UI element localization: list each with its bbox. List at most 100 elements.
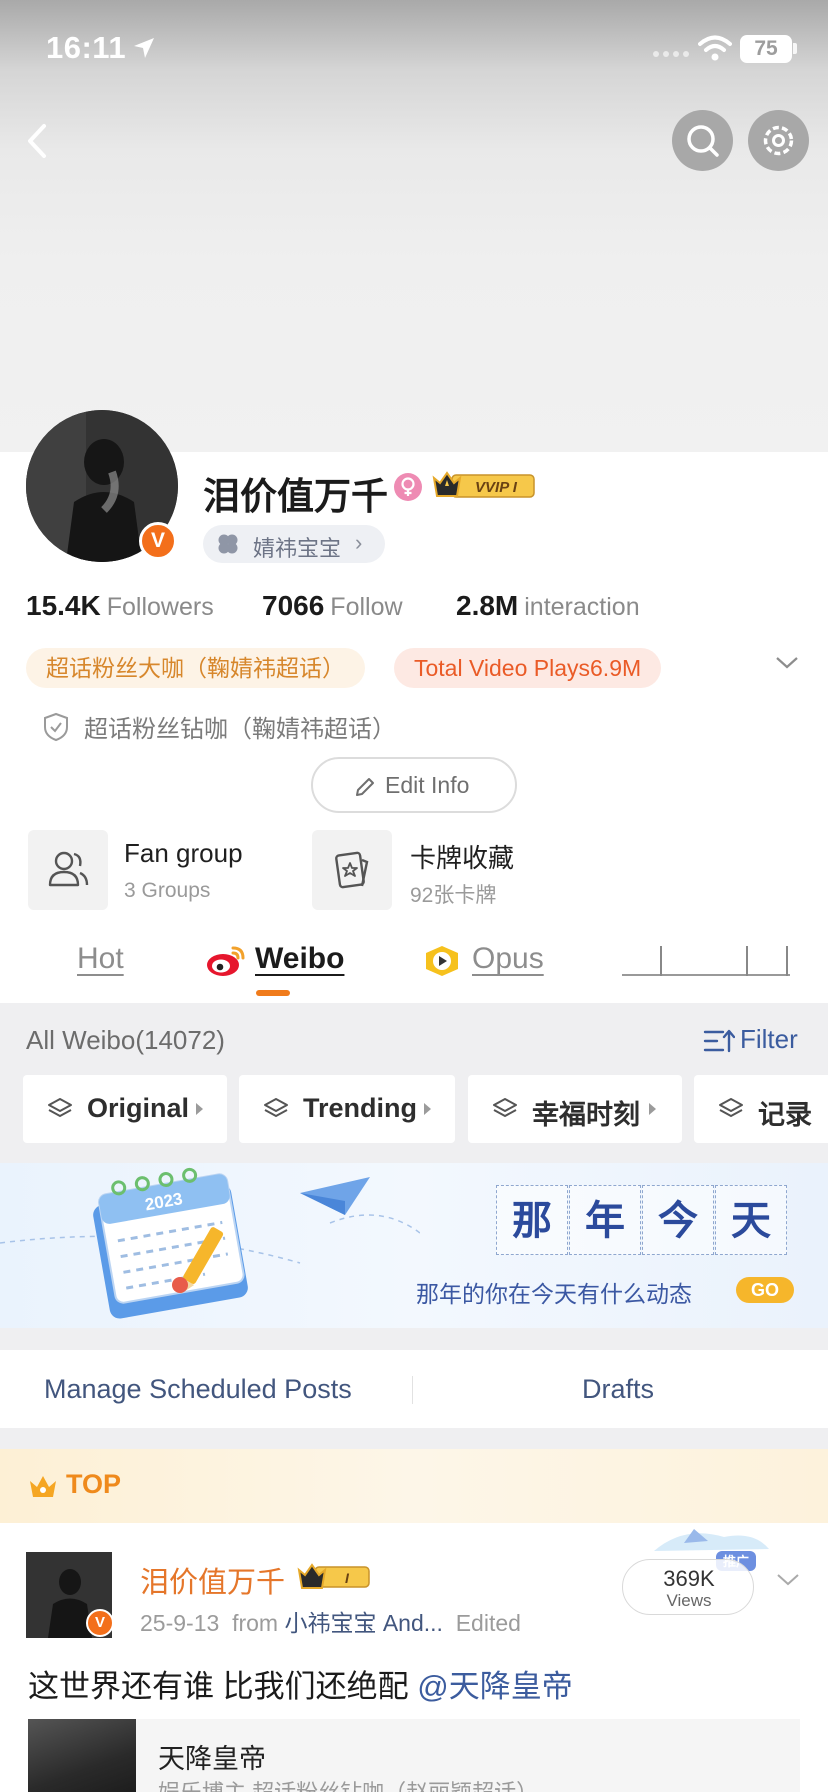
tab-weibo[interactable]: Weibo: [255, 942, 344, 976]
crown-icon: [30, 1476, 56, 1497]
follow-stat[interactable]: 7066 Follow: [262, 590, 403, 622]
vip-badge-icon: I: [297, 1563, 370, 1589]
vvip-badge-icon: VVIP I: [432, 471, 535, 498]
video-plays-badge[interactable]: Total Video Plays6.9M: [394, 648, 662, 688]
svg-text:VVIP I: VVIP I: [475, 479, 518, 496]
interaction-count: 2.8M: [456, 590, 519, 621]
female-gender-icon: [394, 473, 422, 501]
tab-hot[interactable]: Hot: [77, 942, 124, 976]
chip-original-label: Original: [87, 1093, 190, 1123]
chevron-down-icon[interactable]: [776, 1572, 800, 1588]
post-from-label: from: [232, 1610, 279, 1636]
layers-icon: [493, 1098, 517, 1118]
manage-row: Manage Scheduled Posts Drafts: [0, 1350, 828, 1428]
post-date: 25-9-13: [140, 1610, 220, 1636]
top-label: TOP: [66, 1469, 122, 1499]
fan-group-tile[interactable]: [28, 830, 108, 910]
views-count: 369K: [663, 1566, 715, 1591]
linked-user-card[interactable]: 天降皇帝 娱乐博主 超话粉丝钻咖（赵丽颖超话）: [28, 1719, 800, 1792]
location-arrow-icon: [134, 38, 154, 58]
weibo-logo-icon: [207, 946, 245, 976]
users-icon: [48, 851, 89, 887]
verified-v-badge: V: [139, 522, 177, 560]
card-collection-subtitle: 92张卡牌: [410, 884, 497, 907]
layers-icon: [48, 1098, 72, 1118]
follow-label: Follow: [330, 593, 403, 621]
pinned-post[interactable]: TOP V 泪价值万千 I 25-9-13 from 小祎宝宝 And... E…: [0, 1449, 828, 1792]
fan-group-subtitle: 3 Groups: [124, 879, 211, 902]
go-button[interactable]: GO: [736, 1277, 794, 1303]
edit-info-label: Edit Info: [385, 772, 470, 798]
followers-label: Followers: [106, 593, 214, 621]
caret-right-icon: [649, 1103, 656, 1115]
battery-indicator: 75: [740, 35, 792, 63]
clover-icon: [218, 534, 238, 554]
chevron-right-icon: ›: [355, 530, 363, 555]
all-weibo-count: All Weibo(14072): [26, 1025, 225, 1055]
follow-count: 7066: [262, 590, 325, 621]
verified-description: 超话粉丝钻咖（鞠婧祎超话）: [84, 716, 396, 743]
top-banner: [0, 1449, 828, 1523]
profile-header-background: [0, 0, 828, 452]
search-button[interactable]: [672, 110, 733, 171]
chip-original[interactable]: Original: [23, 1075, 227, 1143]
shield-check-icon: [44, 712, 68, 742]
interaction-label: interaction: [524, 593, 640, 621]
linked-user-title: 天降皇帝: [158, 1744, 266, 1774]
views-label: Views: [666, 1591, 712, 1610]
chip-record-label: 记录: [758, 1100, 812, 1130]
cellular-signal-icon: [653, 51, 689, 57]
chip-trending-label: Trending: [303, 1093, 417, 1123]
on-this-day-banner[interactable]: 2023 那 年 今 天 那年的你在今天有什么动态 GO: [0, 1163, 828, 1328]
tab-opus[interactable]: Opus: [472, 942, 544, 976]
caret-right-icon: [424, 1103, 431, 1115]
followers-count: 15.4K: [26, 590, 101, 621]
settings-button[interactable]: [748, 110, 809, 171]
fan-club-pill[interactable]: 婧祎宝宝 ›: [203, 525, 385, 563]
card-collection-title[interactable]: 卡牌收藏: [410, 838, 514, 875]
pencil-icon: [356, 778, 374, 796]
divider: [412, 1376, 413, 1404]
linked-user-thumbnail: [28, 1719, 136, 1792]
post-edited: Edited: [455, 1610, 521, 1636]
status-time: 16:11: [46, 30, 127, 65]
search-icon: [687, 125, 719, 157]
layers-icon: [719, 1098, 743, 1118]
views-counter[interactable]: 369K Views: [622, 1559, 754, 1615]
on-this-day-subtitle: 那年的你在今天有什么动态: [416, 1282, 692, 1308]
chip-happy-moments-label: 幸福时刻: [532, 1100, 640, 1130]
drafts-button[interactable]: Drafts: [582, 1374, 654, 1405]
chevron-down-icon[interactable]: [774, 654, 800, 672]
chip-happy-moments[interactable]: 幸福时刻: [468, 1075, 682, 1143]
interaction-stat[interactable]: 2.8M interaction: [456, 590, 640, 622]
card-star-icon: [335, 851, 369, 889]
followers-stat[interactable]: 15.4K Followers: [26, 590, 214, 622]
superfan-badge[interactable]: 超话粉丝大咖（鞠婧祎超话）: [26, 648, 365, 688]
post-source[interactable]: 小祎宝宝 And...: [284, 1610, 442, 1636]
linked-user-subtitle: 娱乐博主 超话粉丝钻咖（赵丽颖超话）: [158, 1775, 538, 1792]
tab-more-placeholder[interactable]: [622, 946, 790, 976]
calendar-illustration: 2023: [0, 1167, 420, 1319]
post-body: 这世界还有谁 比我们还绝配: [28, 1669, 409, 1704]
post-mention-link[interactable]: @天降皇帝: [417, 1669, 572, 1704]
active-tab-indicator: [256, 990, 290, 996]
fan-group-title[interactable]: Fan group: [124, 838, 243, 869]
edit-info-button[interactable]: Edit Info: [311, 757, 517, 813]
filter-button[interactable]: Filter: [740, 1024, 798, 1055]
back-chevron-icon[interactable]: [18, 118, 58, 164]
post-text: 这世界还有谁 比我们还绝配 @天降皇帝: [28, 1661, 573, 1706]
chip-trending[interactable]: Trending: [239, 1075, 455, 1143]
battery-cap: [793, 43, 797, 54]
filter-sort-icon[interactable]: [703, 1027, 735, 1055]
profile-username: 泪价值万千: [203, 476, 388, 517]
caret-right-icon: [196, 1103, 203, 1115]
manage-scheduled-posts-button[interactable]: Manage Scheduled Posts: [44, 1374, 352, 1405]
layers-icon: [264, 1098, 288, 1118]
post-verified-v-badge: V: [86, 1609, 114, 1637]
chip-record[interactable]: 记录: [694, 1075, 828, 1143]
post-author-name[interactable]: 泪价值万千: [140, 1559, 285, 1601]
card-collection-tile[interactable]: [312, 830, 392, 910]
fan-club-name: 婧祎宝宝: [253, 536, 342, 561]
wifi-icon: [698, 35, 732, 61]
gear-icon: [763, 125, 794, 156]
